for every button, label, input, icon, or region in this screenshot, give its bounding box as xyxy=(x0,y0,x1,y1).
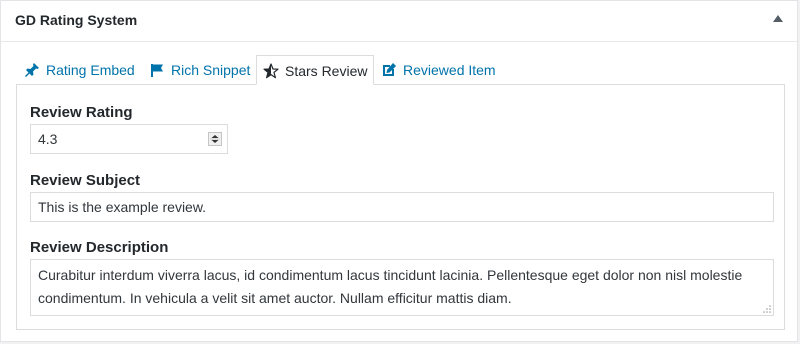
metabox-tabs: Rating Embed Rich Snippet Stars Review R… xyxy=(16,55,784,85)
number-spinner-icon[interactable] xyxy=(208,132,222,146)
review-description-text: Curabitur interdum viverra lacus, id con… xyxy=(38,267,743,306)
review-rating-input[interactable] xyxy=(30,124,228,154)
review-description-label: Review Description xyxy=(30,239,169,256)
metabox-header[interactable]: GD Rating System xyxy=(1,1,797,42)
tab-label: Stars Review xyxy=(285,63,368,79)
flag-icon xyxy=(151,64,163,77)
metabox-title: GD Rating System xyxy=(15,12,138,28)
pin-icon xyxy=(25,63,39,77)
tab-reviewed-item[interactable]: Reviewed Item xyxy=(381,55,496,85)
review-subject-label: Review Subject xyxy=(30,172,141,189)
tab-label: Rating Embed xyxy=(46,62,135,78)
review-subject-input[interactable] xyxy=(30,192,774,222)
tab-rich-snippet[interactable]: Rich Snippet xyxy=(149,55,250,85)
review-description-textarea[interactable]: Curabitur interdum viverra lacus, id con… xyxy=(30,259,774,316)
tab-stars-review[interactable]: Stars Review xyxy=(256,55,375,85)
star-half-icon xyxy=(263,63,279,79)
tab-label: Rich Snippet xyxy=(171,62,251,78)
stars-review-panel: Review Rating Review Subject Review Desc… xyxy=(16,84,785,330)
review-rating-wrapper xyxy=(30,124,228,154)
tab-label: Reviewed Item xyxy=(403,62,496,78)
edit-icon xyxy=(383,63,396,76)
gd-rating-metabox: GD Rating System Rating Embed Rich Snipp… xyxy=(0,0,798,342)
review-rating-label: Review Rating xyxy=(30,104,133,121)
tab-rating-embed[interactable]: Rating Embed xyxy=(24,55,135,85)
collapse-arrow-icon[interactable] xyxy=(773,15,783,22)
resize-grip-icon[interactable] xyxy=(763,305,771,313)
